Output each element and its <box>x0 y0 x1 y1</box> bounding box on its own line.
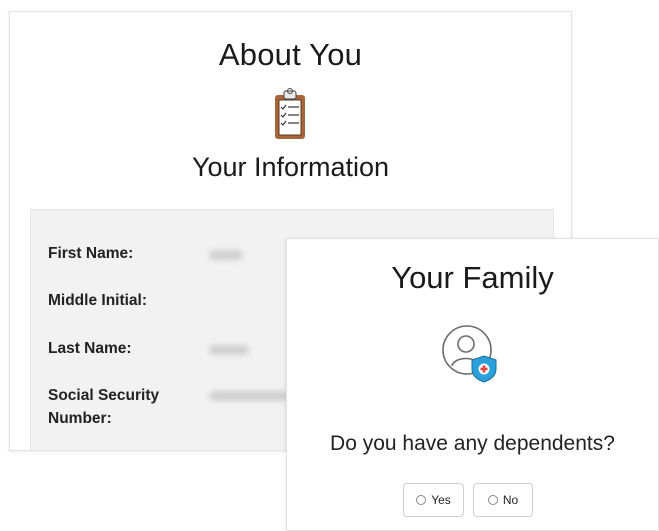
no-option-button[interactable]: No <box>473 483 533 517</box>
about-you-title: About You <box>218 37 363 72</box>
no-radio-icon[interactable] <box>487 495 498 505</box>
your-family-card: Your Family Do you have any dependents? … <box>286 238 659 531</box>
middle-initial-label: Middle Initial: <box>48 292 148 309</box>
person-shield-icon <box>442 325 497 383</box>
yes-radio-icon[interactable] <box>416 495 427 505</box>
your-family-title: Your Family <box>391 260 554 295</box>
first-name-label: First Name: <box>48 245 134 262</box>
dependents-question: Do you have any dependents? <box>330 432 615 455</box>
last-name-value <box>209 345 249 355</box>
yes-option-button[interactable]: Yes <box>403 483 464 517</box>
your-information-heading: Your Information <box>191 152 390 182</box>
yes-option-label: Yes <box>431 493 451 507</box>
no-option-label: No <box>502 493 519 507</box>
ssn-label: Social Security Number: <box>48 387 160 427</box>
clipboard-checklist-icon <box>275 88 305 139</box>
last-name-label: Last Name: <box>48 340 132 357</box>
first-name-value <box>209 250 243 260</box>
ssn-value <box>209 391 289 401</box>
